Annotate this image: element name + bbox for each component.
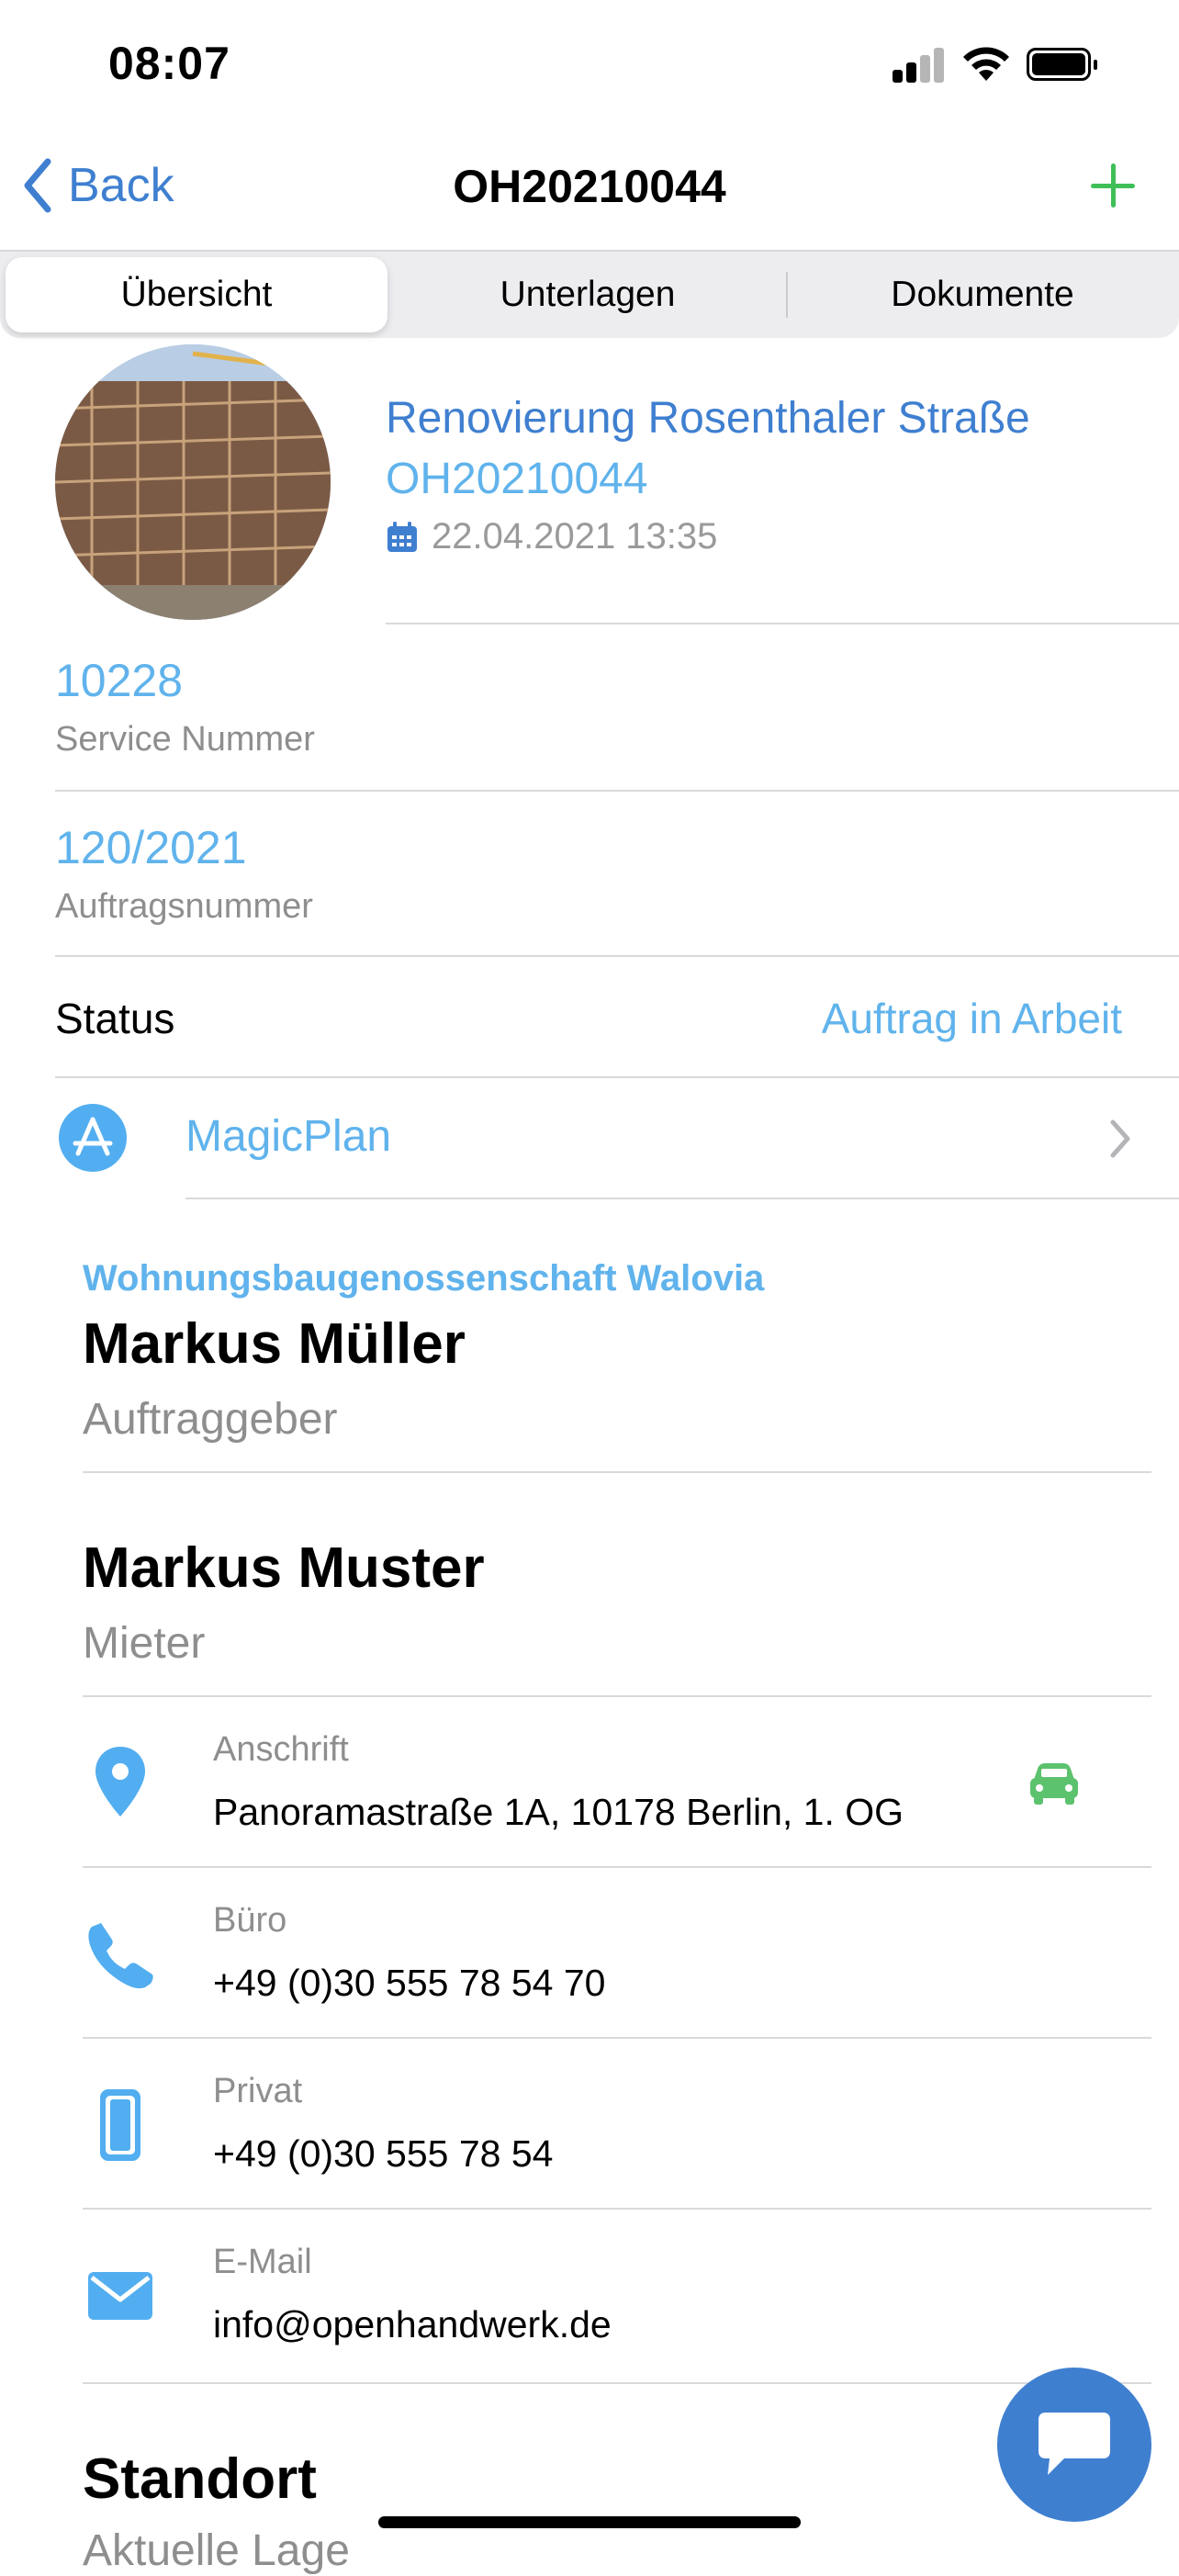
service-number-value: 10228 — [55, 655, 184, 706]
battery-icon — [1027, 48, 1097, 81]
service-number-label: Service Nummer — [55, 720, 315, 759]
client-role: Auftraggeber — [83, 1395, 338, 1444]
contact-label: Anschrift — [213, 1730, 349, 1769]
home-indicator — [378, 2516, 801, 2528]
divider — [386, 623, 1179, 624]
status-time: 08:07 — [108, 38, 230, 89]
contact-address-row[interactable] — [83, 1697, 1151, 1866]
tab-divider — [786, 272, 788, 318]
tab-unterlagen[interactable]: Unterlagen — [395, 257, 780, 332]
tab-dokumente[interactable]: Dokumente — [792, 257, 1173, 332]
project-photo — [55, 344, 331, 620]
project-date-text: 22.04.2021 13:35 — [432, 516, 718, 557]
divider — [55, 790, 1179, 792]
contact-private-row[interactable] — [83, 2039, 1151, 2208]
divider — [55, 1076, 1179, 1078]
status-value[interactable]: Auftrag in Arbeit — [822, 994, 1122, 1043]
status-label: Status — [55, 995, 175, 1042]
contact-value: Panoramastraße 1A, 10178 Berlin, 1. OG — [213, 1791, 904, 1833]
contact-label: E-Mail — [213, 2243, 312, 2281]
app-store-icon — [59, 1104, 127, 1172]
contact-label: Büro — [213, 1901, 287, 1940]
order-number-value: 120/2021 — [55, 822, 247, 873]
contact-email-row[interactable] — [83, 2210, 1151, 2379]
chat-bubble-icon — [1039, 2413, 1110, 2475]
tenant-role: Mieter — [83, 1619, 206, 1668]
add-button[interactable] — [1089, 162, 1137, 209]
car-icon[interactable] — [1028, 1761, 1080, 1805]
wifi-icon — [963, 47, 1009, 81]
project-date: 22.04.2021 13:35 — [386, 516, 717, 557]
contact-value: +49 (0)30 555 78 54 — [213, 2132, 554, 2175]
page-title: OH20210044 — [453, 161, 726, 212]
mail-icon — [88, 2272, 152, 2320]
chevron-right-icon — [1110, 1119, 1130, 1158]
divider — [55, 955, 1179, 957]
location-title: Standort — [83, 2447, 317, 2511]
magicplan-row[interactable] — [0, 1080, 1179, 1199]
location-pin-icon — [95, 1747, 145, 1817]
contact-value: +49 (0)30 555 78 54 70 — [213, 1962, 606, 2004]
chat-button[interactable] — [997, 2368, 1151, 2522]
project-order-id: OH20210044 — [386, 455, 648, 503]
segmented-tabs: Übersicht Unterlagen Dokumente — [0, 250, 1179, 338]
magicplan-label: MagicPlan — [185, 1112, 392, 1161]
divider — [185, 1198, 1179, 1199]
client-name: Markus Müller — [83, 1312, 466, 1376]
tab-uebersicht[interactable]: Übersicht — [6, 257, 387, 332]
project-title: Renovierung Rosenthaler Straße — [386, 394, 1030, 443]
calendar-icon — [387, 521, 417, 552]
client-company: Wohnungsbaugenossenschaft Walovia — [83, 1258, 765, 1299]
signal-icon — [893, 46, 946, 83]
order-number-label: Auftragsnummer — [55, 887, 313, 926]
phone-icon — [88, 1923, 153, 1989]
divider — [83, 2382, 1151, 2384]
divider — [83, 1471, 1151, 1473]
contact-label: Privat — [213, 2072, 303, 2110]
contact-office-row[interactable] — [83, 1868, 1151, 2037]
tenant-name: Markus Muster — [83, 1536, 485, 1600]
contact-value: info@openhandwerk.de — [213, 2303, 612, 2345]
mobile-phone-icon — [100, 2089, 140, 2161]
